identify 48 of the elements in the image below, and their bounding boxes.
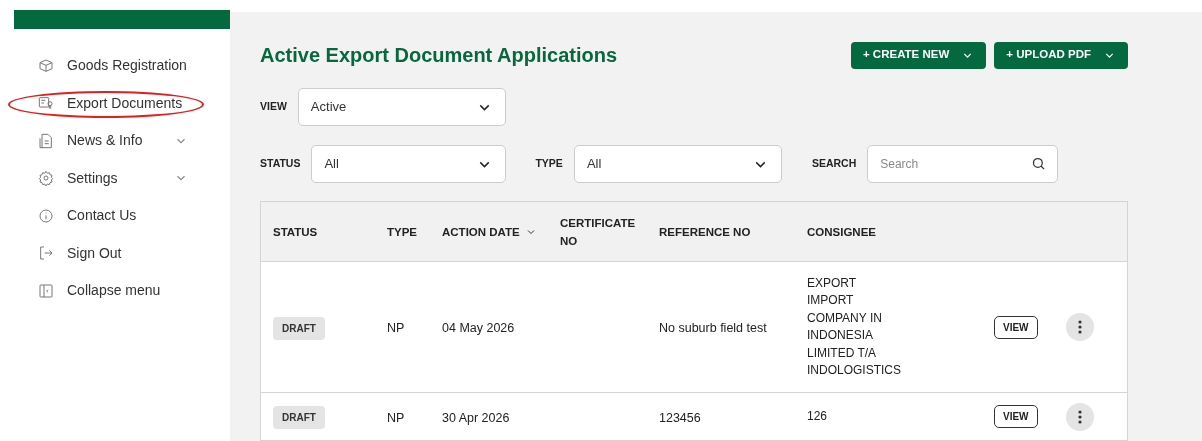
column-header[interactable]: ACTION DATE	[442, 222, 520, 241]
column-header: TYPE	[387, 224, 418, 240]
document-icon	[38, 95, 54, 112]
field-label: SEARCH	[811, 156, 857, 172]
view-button[interactable]: VIEW	[994, 315, 1038, 339]
select-field[interactable]: All	[311, 145, 507, 183]
sidebar-item[interactable]: Goods Registration	[67, 55, 187, 77]
more-icon	[1077, 320, 1082, 334]
table-cell-text: EXPORT IMPORT COMPANY IN INDONESIA LIMITED T/A INDOLOGISTICS	[807, 274, 902, 379]
column-header: REFERENCE NO	[659, 224, 751, 240]
dropdown-button[interactable]: + UPLOAD PDF	[994, 41, 1128, 69]
column-header: CERTIFICATE NO	[560, 215, 637, 249]
select-field[interactable]: All	[573, 145, 782, 183]
search-icon	[1031, 156, 1047, 171]
dropdown-button[interactable]: + CREATE NEW	[850, 41, 987, 69]
table-cell: NP	[387, 321, 405, 335]
sidebar-item[interactable]: Sign Out	[67, 242, 122, 264]
box-icon	[38, 57, 54, 74]
page-title: Active Export Document Applications	[260, 43, 618, 68]
sign-out-icon	[38, 245, 54, 262]
status-badge: DRAFT	[273, 316, 325, 340]
table-cell: No suburb field test	[659, 321, 767, 335]
sidebar-item[interactable]: Collapse menu	[67, 280, 161, 302]
field-label: TYPE	[535, 156, 563, 172]
search-field[interactable]: Search	[867, 145, 1059, 183]
select-field[interactable]: Active	[297, 88, 506, 126]
field-label: VIEW	[260, 99, 287, 115]
table-cell: NP	[387, 410, 405, 425]
sidebar-icon	[38, 282, 54, 299]
sidebar-item[interactable]: Contact Us	[67, 205, 137, 227]
table-cell: 30 Apr 2026	[442, 410, 510, 425]
document-icon	[38, 132, 54, 149]
column-header: CONSIGNEE	[807, 224, 876, 240]
more-icon	[1077, 409, 1082, 424]
more-button[interactable]	[1065, 402, 1094, 431]
status-badge: DRAFT	[273, 406, 325, 429]
sidebar-item[interactable]: Settings	[67, 167, 118, 189]
settings-icon	[38, 170, 54, 187]
more-button[interactable]	[1065, 313, 1094, 341]
info-icon	[38, 207, 54, 224]
table-cell-text: 126	[807, 407, 829, 425]
sidebar-item[interactable]: Export Documents	[67, 92, 183, 114]
table-cell: 123456	[659, 410, 701, 425]
column-header: STATUS	[273, 224, 318, 240]
table-cell: 04 May 2026	[442, 321, 515, 335]
sidebar-item[interactable]: News & Info	[67, 130, 143, 152]
field-label: STATUS	[260, 156, 301, 172]
view-button[interactable]: VIEW	[994, 405, 1038, 428]
